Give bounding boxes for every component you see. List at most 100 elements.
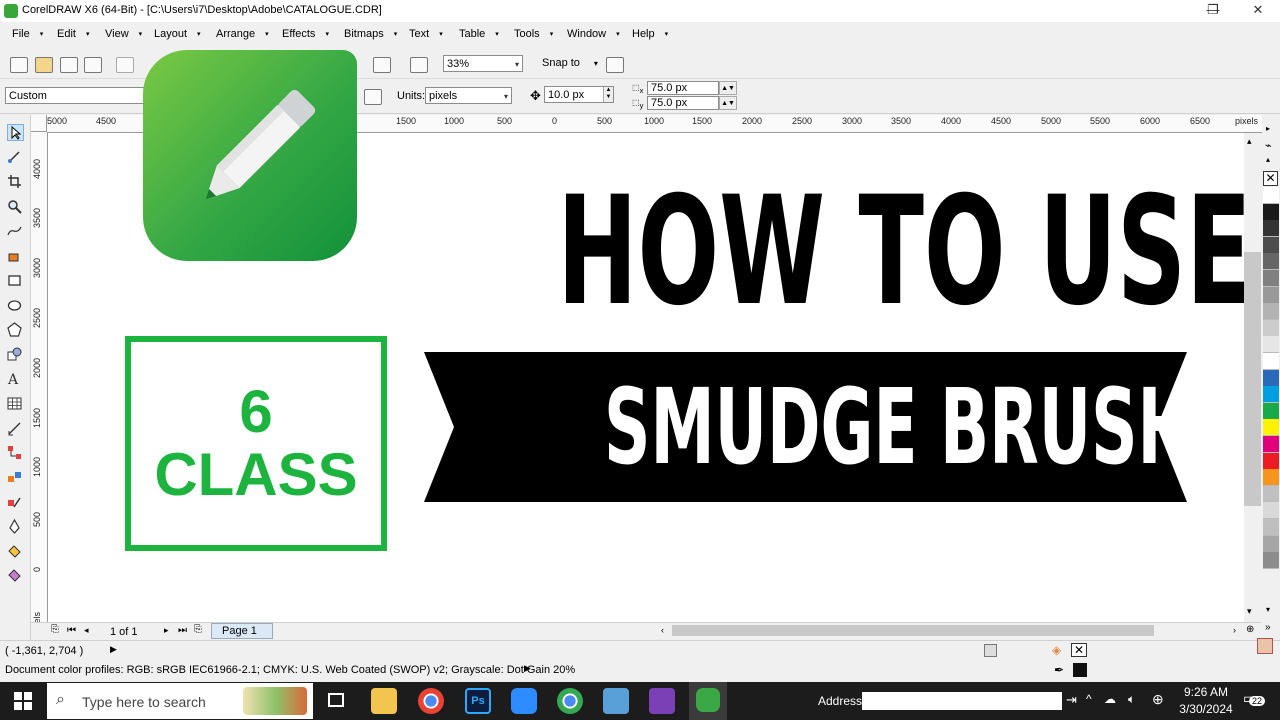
color-swatch[interactable] (1263, 220, 1279, 238)
file-explorer-icon[interactable] (371, 688, 397, 714)
next-page-icon[interactable]: ▸ (164, 625, 169, 636)
table-tool-icon[interactable] (7, 396, 22, 411)
chrome-icon[interactable] (418, 688, 444, 714)
last-page-icon[interactable]: ⏭ (178, 625, 187, 636)
scroll-left-icon[interactable]: ‹ (661, 625, 664, 635)
color-swatch[interactable] (1263, 485, 1279, 503)
color-swatch[interactable] (1263, 552, 1279, 570)
coreldraw-logo[interactable] (143, 50, 357, 261)
zoom-tool-icon[interactable] (7, 199, 22, 214)
export-icon[interactable] (373, 57, 391, 73)
freehand-tool-icon[interactable] (7, 223, 22, 238)
photoshop-icon[interactable]: Ps (465, 688, 491, 714)
first-page-icon[interactable]: ⏮ (67, 625, 76, 636)
menu-help[interactable]: Help ▾ (632, 28, 668, 40)
shape-tool-icon[interactable] (7, 149, 22, 164)
fill-tool-icon[interactable] (7, 544, 22, 559)
video-editor-icon[interactable] (649, 688, 675, 714)
outline-pen-tool-icon[interactable] (7, 519, 22, 534)
ellipse-tool-icon[interactable] (7, 298, 22, 313)
address-input[interactable] (862, 692, 1062, 710)
color-swatch[interactable] (1263, 369, 1279, 387)
polygon-tool-icon[interactable] (7, 322, 22, 337)
interactive-fill-tool-icon[interactable] (7, 568, 22, 583)
eyedropper-tool-icon[interactable] (7, 495, 22, 510)
no-color-swatch[interactable]: ✕ (1263, 171, 1278, 186)
color-swatch[interactable] (1263, 336, 1279, 354)
scroll-right-icon[interactable]: › (1233, 625, 1236, 635)
clock-time[interactable]: 9:26 AM (1176, 685, 1236, 699)
color-swatch[interactable] (1263, 203, 1279, 221)
palette-scroll-icon[interactable]: ▴ (1266, 155, 1270, 164)
menu-tools[interactable]: Tools ▾ (514, 28, 553, 40)
volume-icon[interactable]: 🔈︎ (1128, 692, 1135, 707)
color-swatch[interactable] (1263, 187, 1279, 204)
print-icon[interactable] (84, 57, 102, 73)
menu-edit[interactable]: Edit ▾ (57, 28, 89, 40)
menu-layout[interactable]: Layout ▾ (154, 28, 201, 40)
close-button[interactable]: ✕ (1238, 0, 1278, 22)
menu-view[interactable]: View ▾ (105, 28, 142, 40)
outline-color-swatch[interactable] (1073, 663, 1087, 677)
open-folder-icon[interactable] (35, 57, 53, 73)
snap-to-dropdown[interactable]: Snap to ▾ (542, 57, 598, 69)
color-swatch[interactable] (1263, 502, 1279, 520)
options-icon[interactable] (606, 57, 624, 73)
full-screen-icon[interactable] (410, 57, 428, 73)
task-view-icon[interactable] (328, 693, 344, 707)
restore-button[interactable]: ❐ (1193, 0, 1233, 22)
palette-scroll-down-icon[interactable]: ▾ (1266, 605, 1270, 614)
color-swatch[interactable] (1263, 286, 1279, 304)
vertical-scroll-thumb[interactable] (1244, 252, 1261, 506)
page-orientation-icon[interactable] (364, 89, 382, 105)
color-swatch[interactable] (1263, 469, 1279, 487)
basic-shapes-tool-icon[interactable] (7, 347, 22, 362)
color-swatch[interactable] (1263, 436, 1279, 453)
save-icon[interactable] (60, 57, 78, 73)
windows-start-icon[interactable] (14, 692, 32, 713)
menu-effects[interactable]: Effects ▾ (282, 28, 329, 40)
color-swatch[interactable] (1263, 419, 1279, 437)
network-icon[interactable]: ☁ (1104, 692, 1116, 706)
menu-window[interactable]: Window ▾ (567, 28, 620, 40)
menu-file[interactable]: File ▾ (12, 28, 43, 40)
duplicate-distance-x-input[interactable]: 75.0 px (647, 81, 719, 95)
smart-fill-tool-icon[interactable] (7, 248, 22, 263)
color-swatch[interactable] (1263, 519, 1279, 536)
class-badge[interactable]: 6 CLASS (125, 336, 387, 551)
dimension-tool-icon[interactable] (7, 421, 22, 436)
ruler-origin[interactable] (31, 115, 47, 132)
minimize-button-alt[interactable] (1153, 0, 1193, 22)
new-document-icon[interactable] (10, 57, 28, 73)
status-expand-icon[interactable]: ▶ (110, 644, 117, 655)
menu-arrange[interactable]: Arrange ▾ (216, 28, 269, 40)
fill-color-none[interactable]: ✕ (1071, 643, 1087, 657)
scroll-up-icon[interactable]: ▴ (1247, 136, 1252, 147)
nudge-distance-input[interactable]: 10.0 px ▲ ▼ (544, 86, 614, 103)
language-icon[interactable]: ⊕ (1152, 691, 1164, 708)
menu-bitmaps[interactable]: Bitmaps ▾ (344, 28, 397, 40)
color-swatch[interactable] (1263, 236, 1279, 254)
notifications-button[interactable]: ▭ 22 (1243, 690, 1266, 712)
color-swatch[interactable] (1263, 353, 1279, 370)
vertical-ruler[interactable]: 4000 3500 3000 2500 2000 1500 1000 500 0… (31, 132, 48, 640)
color-swatch[interactable] (1263, 402, 1279, 420)
tab-page-1[interactable]: Page 1 (211, 623, 273, 639)
navigator-zoom-icon[interactable]: ⊕ (1246, 624, 1254, 635)
previous-page-icon[interactable]: ◂ (84, 625, 89, 636)
eyedropper-icon[interactable]: ⌁ (1265, 139, 1272, 152)
connector-tool-icon[interactable] (7, 445, 22, 460)
color-swatch[interactable] (1263, 319, 1279, 337)
cut-icon[interactable] (116, 57, 134, 73)
duplicate-y-spinner[interactable]: ▲▼ (719, 96, 737, 110)
color-swatch[interactable] (1263, 535, 1279, 553)
profiles-expand-icon[interactable]: ▶ (524, 663, 531, 674)
rectangle-tool-icon[interactable] (7, 273, 22, 288)
zoom-app-icon[interactable] (511, 688, 537, 714)
menu-table[interactable]: Table ▾ (459, 28, 499, 40)
tray-chevron-icon[interactable]: ^ (1086, 692, 1092, 706)
scroll-down-icon[interactable]: ▾ (1247, 606, 1252, 617)
text-tool-icon[interactable]: A (7, 371, 22, 386)
horizontal-scroll-thumb[interactable] (672, 625, 1154, 636)
palette-expand-icon[interactable]: » (1265, 622, 1271, 633)
